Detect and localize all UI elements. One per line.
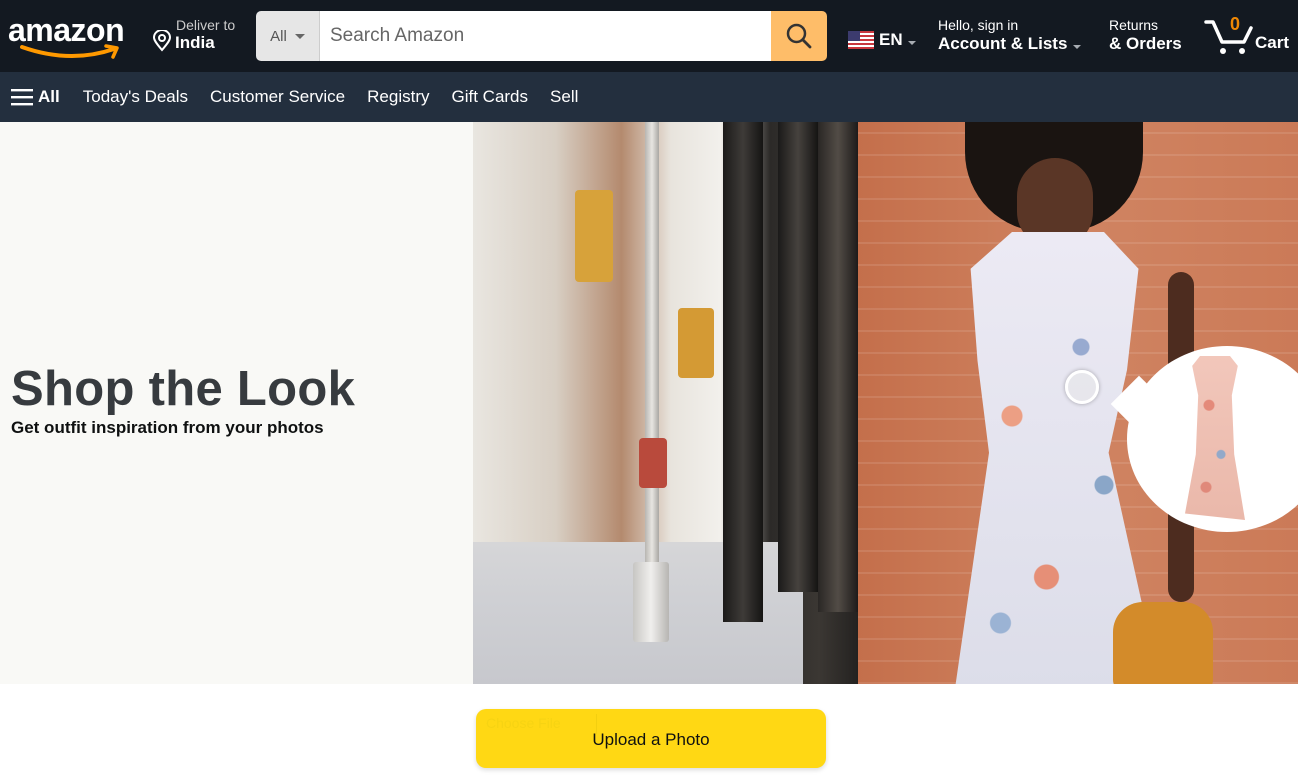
photo-traffic-light [575, 190, 613, 282]
cart-label: Cart [1255, 33, 1290, 52]
secondary-nav: All Today's Deals Customer Service Regis… [0, 72, 1298, 122]
shop-the-look-hero: Shop the Look Get outfit inspiration fro… [0, 122, 1298, 684]
search-icon [786, 23, 812, 49]
caret-down-icon [294, 33, 305, 39]
cart-icon [1204, 20, 1253, 54]
deliver-to-country: India [175, 33, 215, 52]
product-hotspot-marker[interactable] [1065, 370, 1099, 404]
photo-handbag [1113, 602, 1213, 684]
upload-photo-label: Upload a Photo [592, 729, 710, 749]
caret-down-icon [1073, 45, 1082, 49]
hero-subtitle: Get outfit inspiration from your photos [11, 418, 324, 437]
orders-label: & Orders [1109, 34, 1182, 53]
sign-in-greeting: Hello, sign in [938, 17, 1019, 33]
nav-gift-cards[interactable]: Gift Cards [452, 87, 529, 107]
language-code: EN [879, 30, 903, 49]
search-bar: All [256, 11, 827, 61]
photo-traffic-light [678, 308, 714, 378]
hero-lifestyle-photo [473, 122, 1298, 684]
nav-todays-deals[interactable]: Today's Deals [83, 87, 188, 107]
language-selector[interactable]: EN [848, 30, 916, 50]
deliver-to-label: Deliver to [176, 17, 236, 33]
nav-sell[interactable]: Sell [550, 87, 578, 107]
returns-and-orders[interactable]: Returns & Orders [1109, 17, 1182, 54]
top-nav: amazon Deliver to India All Search Amazo… [0, 0, 1298, 72]
photo-pole-base [633, 562, 669, 642]
photo-column [778, 122, 818, 592]
search-input[interactable] [320, 11, 771, 61]
caret-down-icon [907, 41, 916, 45]
nav-registry[interactable]: Registry [367, 87, 429, 107]
location-pin-icon [152, 30, 172, 52]
photo-sign [639, 438, 667, 488]
upload-photo-button[interactable]: Choose File Upload a Photo [476, 709, 826, 768]
search-button[interactable] [771, 11, 827, 61]
cart-button[interactable]: 0 Cart [1204, 14, 1296, 58]
all-menu-label: All [38, 87, 60, 106]
search-category-value: All [270, 27, 287, 45]
photo-column [723, 122, 763, 622]
logo-smile-icon [20, 44, 119, 59]
search-category-dropdown[interactable]: All [256, 11, 320, 61]
returns-label: Returns [1109, 17, 1159, 33]
hero-text: Shop the Look Get outfit inspiration fro… [11, 360, 355, 438]
hamburger-menu-icon [11, 89, 33, 106]
cart-count: 0 [1230, 14, 1241, 34]
us-flag-icon [848, 31, 874, 49]
amazon-logo[interactable]: amazon [8, 12, 132, 60]
hero-title: Shop the Look [11, 362, 356, 416]
all-menu-button[interactable]: All [11, 87, 60, 107]
photo-column [818, 122, 858, 612]
account-and-lists[interactable]: Hello, sign in Account & Lists [938, 17, 1082, 54]
account-lists-label: Account & Lists [938, 34, 1068, 53]
nav-customer-service[interactable]: Customer Service [210, 87, 345, 107]
